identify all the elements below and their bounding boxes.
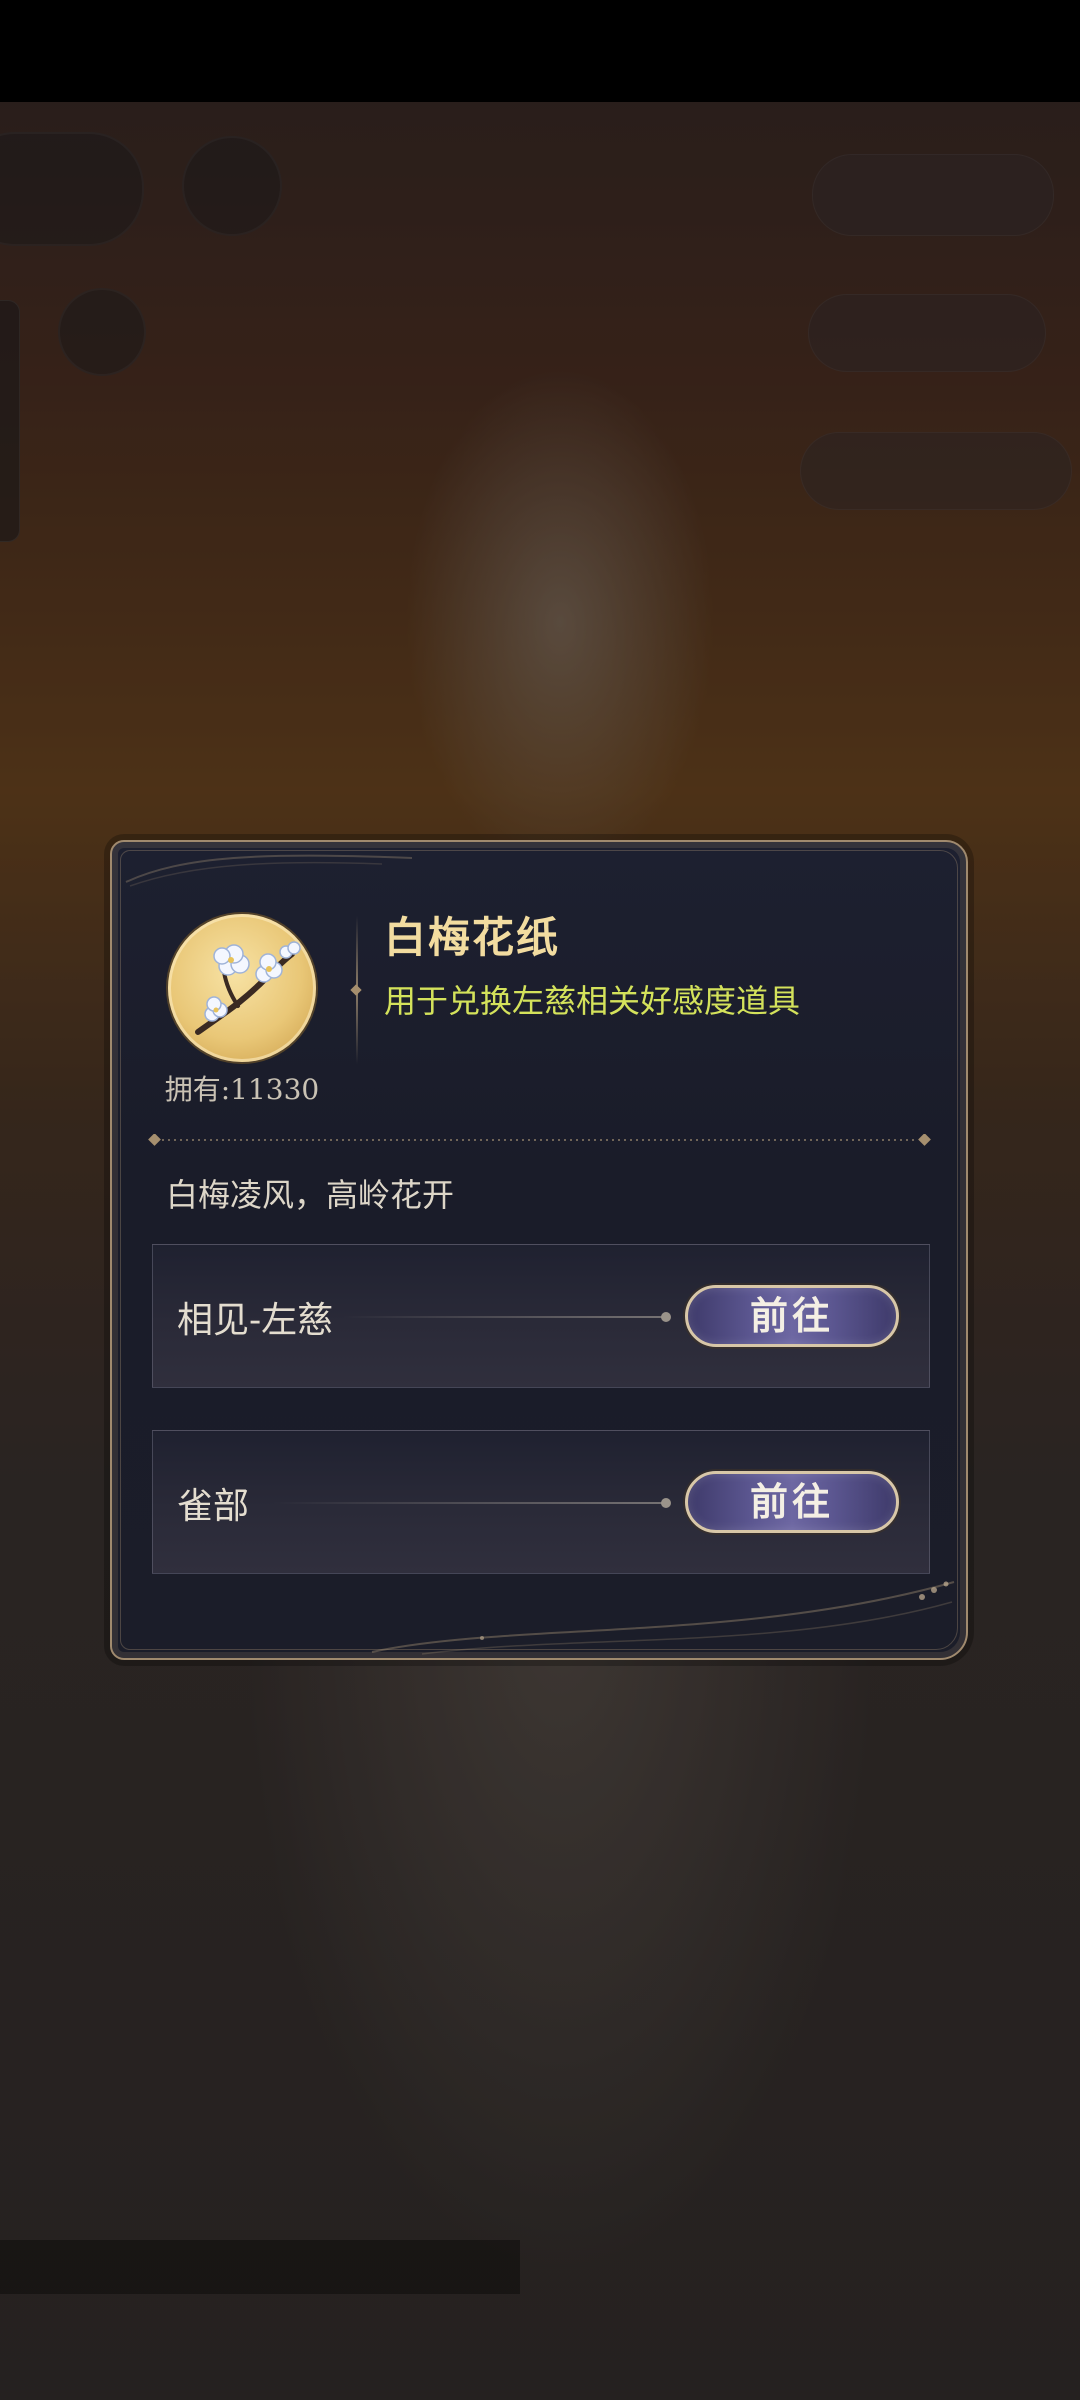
go-button-quebu[interactable]: 前往 bbox=[685, 1471, 899, 1533]
source-connector-dot bbox=[661, 1498, 671, 1508]
screen: 拥有:11330 白梅花纸 用于兑换左慈相关好感度道具 白梅凌风，高岭花开 相见… bbox=[0, 0, 1080, 2400]
source-row-quebu: 雀部 前往 bbox=[152, 1430, 930, 1574]
top-left-ornament bbox=[125, 854, 413, 887]
source-label: 雀部 bbox=[177, 1486, 250, 1527]
divider-ornament bbox=[350, 984, 362, 996]
source-row-xiangjian: 相见-左慈 前往 bbox=[152, 1244, 930, 1388]
go-button-xiangjian[interactable]: 前往 bbox=[685, 1285, 899, 1347]
owned-count: 拥有:11330 bbox=[164, 1073, 320, 1106]
source-label: 相见-左慈 bbox=[177, 1300, 334, 1341]
flavor-text: 白梅凌风，高岭花开 bbox=[166, 1176, 455, 1214]
source-connector-dot bbox=[661, 1312, 671, 1322]
item-detail-dialog: 拥有:11330 白梅花纸 用于兑换左慈相关好感度道具 白梅凌风，高岭花开 相见… bbox=[110, 840, 968, 1660]
source-connector-line bbox=[343, 1316, 663, 1318]
source-connector-line bbox=[273, 1502, 663, 1504]
item-title: 白梅花纸 bbox=[384, 913, 561, 962]
item-description: 用于兑换左慈相关好感度道具 bbox=[384, 982, 801, 1020]
status-bar bbox=[0, 0, 1080, 102]
plum-blossom-icon bbox=[168, 914, 316, 1062]
section-divider bbox=[148, 1134, 931, 1146]
